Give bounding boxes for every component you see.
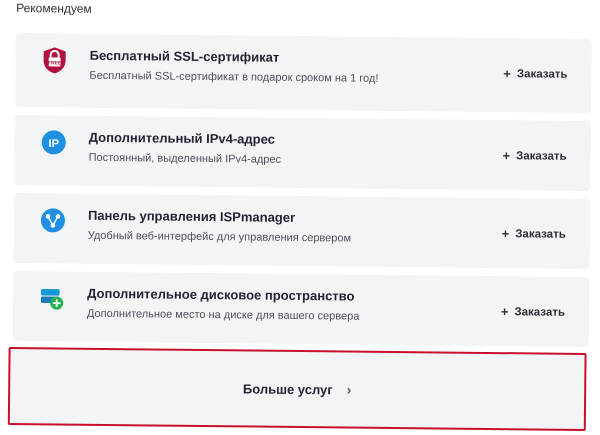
chevron-right-icon: ›: [346, 381, 352, 398]
card-title: Бесплатный SSL-сертификат: [89, 47, 280, 65]
order-label: Заказать: [516, 67, 568, 81]
section-title: Рекомендуем: [16, 1, 92, 16]
plus-icon: +: [500, 304, 509, 320]
order-label: Заказать: [515, 227, 566, 241]
card-description: Бесплатный SSL-сертификат в подарок срок…: [89, 69, 379, 85]
card-title: Панель управления ISPmanager: [87, 207, 296, 225]
order-ispmanager-button[interactable]: + Заказать: [502, 226, 566, 242]
ispmanager-icon: [40, 207, 66, 233]
order-label: Заказать: [516, 149, 567, 163]
recommended-panel: Рекомендуем FREE Бесплатный SSL-сертифик…: [0, 0, 600, 435]
service-card-ipv4: IP Дополнительный IPv4-адрес Постоянный,…: [14, 115, 592, 192]
card-title: Дополнительный IPv4-адрес: [88, 129, 276, 147]
ip-address-icon: IP: [41, 129, 67, 155]
service-card-ssl: FREE Бесплатный SSL-сертификат Бесплатны…: [15, 33, 592, 114]
order-ipv4-button[interactable]: + Заказать: [502, 148, 566, 164]
disk-add-icon: [39, 285, 65, 311]
ssl-icon-badge: FREE: [48, 60, 62, 66]
plus-icon: +: [503, 66, 512, 82]
service-card-disk: Дополнительное дисковое пространство Доп…: [12, 271, 590, 348]
ssl-lock-icon: FREE: [41, 47, 67, 74]
order-ssl-button[interactable]: + Заказать: [503, 66, 567, 82]
plus-icon: +: [501, 226, 510, 242]
order-disk-button[interactable]: + Заказать: [501, 304, 565, 320]
card-description: Удобный веб-интерфейс для управления сер…: [87, 229, 352, 245]
more-services-label: Больше услуг: [242, 380, 333, 397]
more-services-button[interactable]: Больше услуг ›: [7, 346, 587, 432]
card-title: Дополнительное дисковое пространство: [87, 285, 355, 304]
order-label: Заказать: [514, 305, 566, 319]
card-description: Постоянный, выделенный IPv4-адрес: [88, 151, 282, 166]
service-card-ispmanager: Панель управления ISPmanager Удобный веб…: [13, 193, 591, 270]
card-description: Дополнительное место на диске для вашего…: [86, 307, 360, 323]
ip-icon-badge: IP: [48, 138, 59, 150]
plus-icon: +: [502, 148, 511, 164]
